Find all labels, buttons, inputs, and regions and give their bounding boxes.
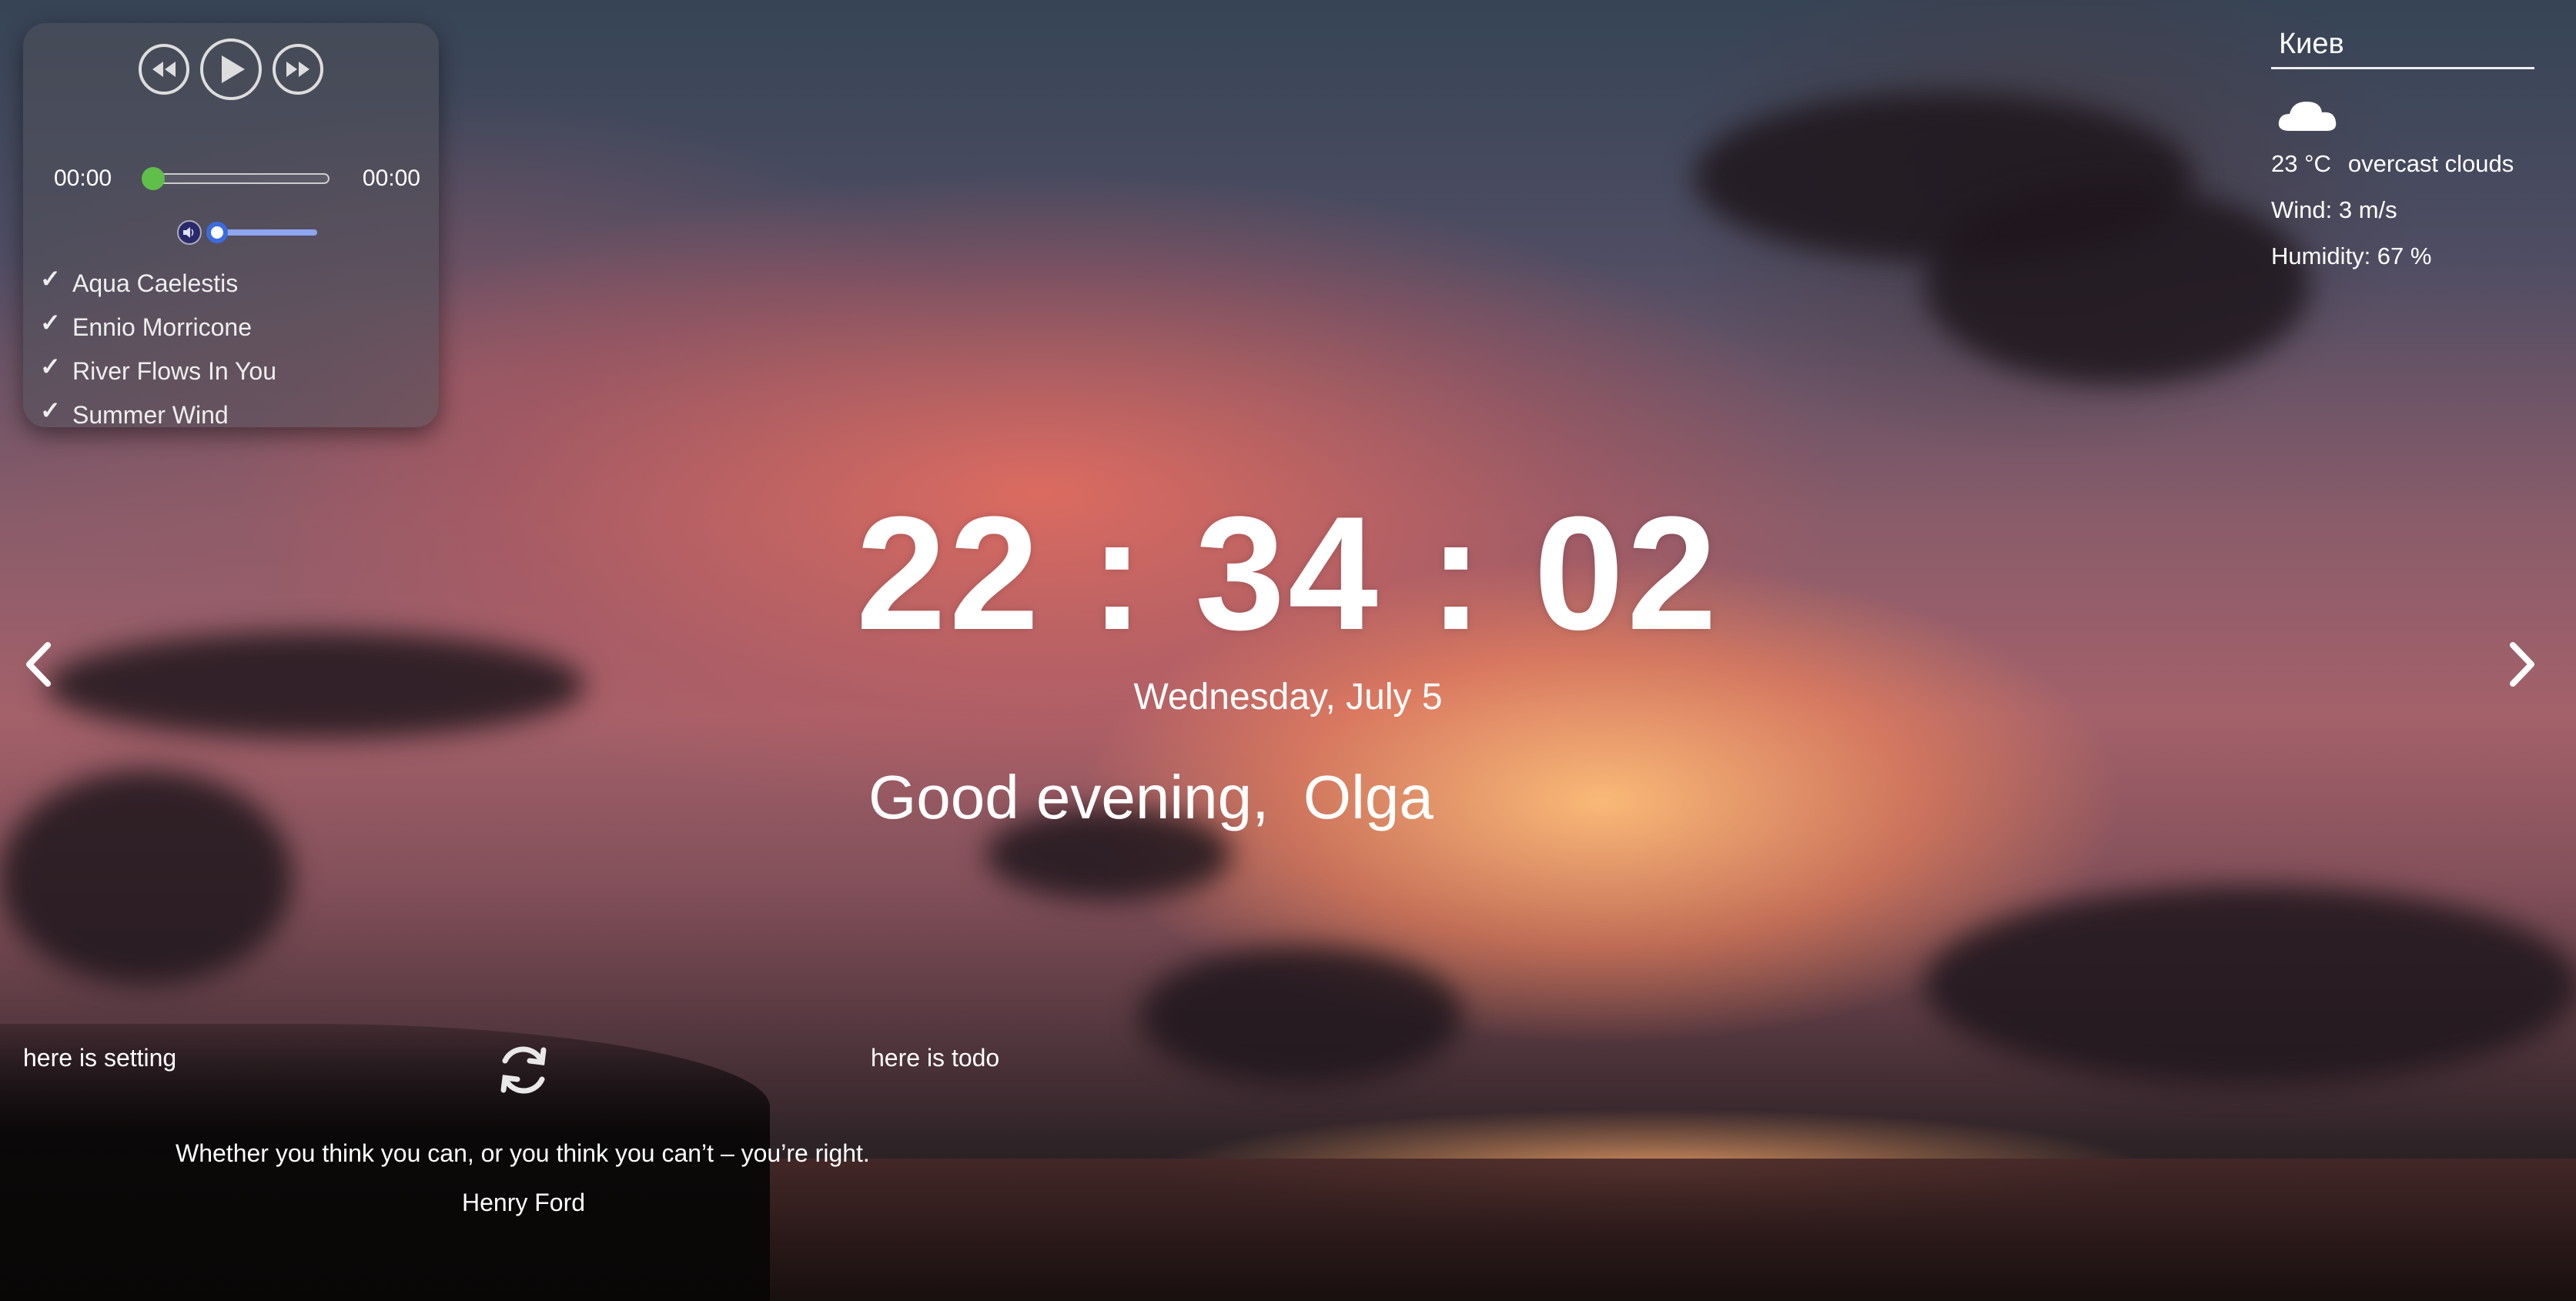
- next-track-button[interactable]: [273, 44, 323, 95]
- playlist-item[interactable]: ✓ Aqua Caelestis: [40, 262, 276, 306]
- quote-text: Whether you think you can, or you think …: [176, 1139, 870, 1167]
- rewind-icon: [152, 62, 176, 77]
- volume-thumb[interactable]: [206, 222, 228, 243]
- checkmark-icon: ✓: [40, 309, 61, 336]
- checkmark-icon: ✓: [40, 396, 61, 424]
- track-title: Aqua Caelestis: [72, 269, 239, 297]
- progress-bar[interactable]: [142, 167, 330, 190]
- current-time: 00:00: [54, 166, 112, 191]
- speaker-icon[interactable]: [177, 220, 202, 245]
- playlist-item[interactable]: ✓ River Flows In You: [40, 349, 276, 393]
- play-button[interactable]: [200, 38, 262, 100]
- volume-slider[interactable]: [206, 222, 317, 243]
- progress-row: 00:00 00:00: [54, 166, 431, 192]
- playlist-item[interactable]: ✓ Ennio Morricone: [40, 306, 276, 349]
- duration: 00:00: [362, 166, 420, 191]
- clock-time: 22 : 34 : 02: [856, 483, 1720, 664]
- weather-widget: Киев 23 °C overcast clouds Wind: 3 m/s Hu…: [2271, 28, 2534, 279]
- cloud-icon: [2278, 102, 2337, 131]
- quote-author: Henry Ford: [462, 1189, 586, 1216]
- weather-description: overcast clouds: [2347, 150, 2514, 177]
- track-title: River Flows In You: [72, 357, 277, 385]
- player-controls: [23, 38, 439, 100]
- playlist-item[interactable]: ✓ Summer Wind: [40, 393, 276, 437]
- settings-link[interactable]: here is setting: [23, 1044, 176, 1072]
- track-title: Ennio Morricone: [72, 313, 252, 341]
- temperature: 23 °C: [2271, 150, 2331, 177]
- fast-forward-icon: [286, 62, 309, 77]
- progress-thumb[interactable]: [142, 167, 165, 190]
- greeting-text: Good evening,: [868, 763, 1270, 831]
- volume-row: [177, 220, 317, 245]
- name-input[interactable]: Olga: [1303, 763, 1434, 831]
- track-title: Summer Wind: [72, 401, 229, 429]
- humidity: Humidity: 67 %: [2271, 242, 2432, 269]
- checkmark-icon: ✓: [40, 353, 61, 380]
- wind: Wind: 3 m/s: [2271, 196, 2397, 223]
- todo-link[interactable]: here is todo: [871, 1044, 999, 1072]
- change-quote-button[interactable]: [493, 1039, 554, 1101]
- city-input[interactable]: Киев: [2271, 28, 2534, 69]
- greeting: Good evening, Olga: [868, 762, 1434, 833]
- playlist: ✓ Aqua Caelestis ✓ Ennio Morricone ✓ River …: [40, 262, 276, 437]
- play-icon: [222, 55, 245, 83]
- audio-player: 00:00 00:00 ✓ Aqua Caelestis ✓ Ennio Morri…: [23, 23, 439, 429]
- refresh-icon: [500, 1046, 547, 1094]
- previous-track-button[interactable]: [139, 44, 189, 95]
- clock-date: Wednesday, July 5: [1133, 677, 1443, 717]
- temperature-row: 23 °C overcast clouds: [2271, 141, 2534, 187]
- checkmark-icon: ✓: [40, 265, 61, 293]
